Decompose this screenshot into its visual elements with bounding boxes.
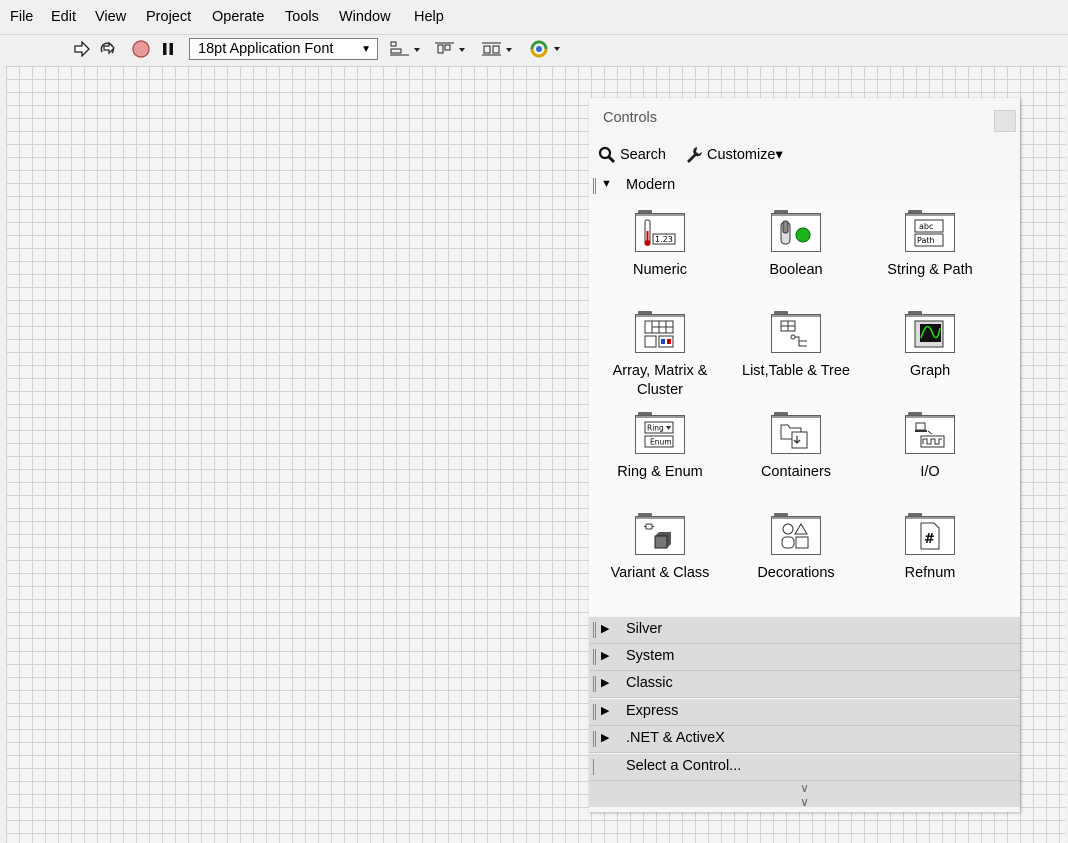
double-chevron-down-icon: ∨ ∨ [800, 781, 809, 809]
boolean-icon [780, 220, 811, 245]
modern-items-grid: 1.23 Numeric Boolean abc Path String & Pa… [589, 200, 1020, 616]
palette-item-ring-enum[interactable]: Ring Enum Ring & Enum [593, 412, 727, 482]
search-label: Search [620, 147, 666, 163]
string-path-icon: abc Path [914, 219, 944, 247]
search-icon [598, 146, 616, 164]
menu-help[interactable]: Help [414, 9, 444, 25]
align-objects-icon[interactable] [389, 40, 423, 58]
triangle-right-icon: ▶ [601, 650, 610, 662]
numeric-icon: 1.23 [644, 219, 676, 246]
grip-icon [593, 676, 596, 692]
grip-icon [593, 622, 596, 638]
category-express[interactable]: ▶ Express [589, 699, 1020, 726]
palette-item-graph[interactable]: Graph [863, 311, 997, 381]
array-matrix-cluster-icon [644, 320, 674, 348]
menu-view[interactable]: View [95, 9, 126, 25]
menu-window[interactable]: Window [339, 9, 391, 25]
palette-item-array-matrix-cluster[interactable]: Array, Matrix & Cluster [593, 311, 727, 400]
grip-icon [593, 731, 596, 747]
run-arrow-icon[interactable] [72, 40, 92, 58]
svg-text:Path: Path [917, 236, 935, 245]
category-system[interactable]: ▶ System [589, 644, 1020, 671]
category-classic[interactable]: ▶ Classic [589, 671, 1020, 698]
refnum-icon: # [920, 522, 940, 550]
palette-item-containers[interactable]: Containers [729, 412, 863, 482]
customize-button[interactable]: Customize▾ [685, 146, 783, 164]
svg-text:Ring: Ring [647, 424, 664, 433]
palette-item-numeric[interactable]: 1.23 Numeric [593, 210, 727, 280]
palette-item-string-path[interactable]: abc Path String & Path [863, 210, 997, 280]
variant-class-icon [644, 523, 671, 549]
abort-icon[interactable] [130, 40, 152, 58]
reorder-icon[interactable] [528, 40, 564, 58]
distribute-objects-icon[interactable] [434, 40, 468, 58]
category-label: Modern [626, 177, 676, 193]
chevron-down-icon: ▼ [361, 44, 371, 55]
grip-icon [593, 178, 596, 194]
grip-icon [593, 649, 596, 665]
select-a-control-row[interactable]: Select a Control... [589, 754, 1020, 781]
font-dropdown-value: 18pt Application Font [198, 41, 334, 57]
category-net-activex[interactable]: ▶ .NET & ActiveX [589, 726, 1020, 753]
menu-tools[interactable]: Tools [285, 9, 319, 25]
triangle-right-icon: ▶ [601, 677, 610, 689]
list-table-tree-icon [780, 320, 807, 347]
containers-icon [780, 424, 808, 449]
svg-text:1.23: 1.23 [655, 235, 673, 244]
ring-enum-icon: Ring Enum [644, 421, 674, 448]
close-button[interactable] [994, 110, 1016, 132]
palette-item-variant-class[interactable]: Variant & Class [593, 513, 727, 583]
run-continuously-icon[interactable] [97, 40, 119, 58]
graph-icon [914, 320, 944, 348]
palette-item-refnum[interactable]: # Refnum [863, 513, 997, 583]
palette-item-decorations[interactable]: Decorations [729, 513, 863, 583]
grip-icon [593, 704, 596, 720]
svg-text:Enum: Enum [650, 438, 672, 447]
palette-item-boolean[interactable]: Boolean [729, 210, 863, 280]
palette-item-io[interactable]: I/O [863, 412, 997, 482]
palette-title: Controls [603, 110, 657, 126]
triangle-down-icon: ▼ [601, 178, 612, 190]
menu-project[interactable]: Project [146, 9, 191, 25]
decorations-icon [781, 523, 809, 549]
expand-more-button[interactable]: ∨ ∨ [589, 781, 1020, 809]
resize-objects-icon[interactable] [481, 40, 515, 58]
io-icon [915, 422, 945, 448]
svg-text:#: # [924, 532, 935, 547]
triangle-right-icon: ▶ [601, 705, 610, 717]
menu-operate[interactable]: Operate [212, 9, 264, 25]
svg-text:abc: abc [919, 222, 933, 231]
menu-edit[interactable]: Edit [51, 9, 76, 25]
triangle-right-icon: ▶ [601, 732, 610, 744]
customize-label: Customize▾ [707, 147, 783, 163]
search-button[interactable]: Search [598, 146, 666, 164]
category-modern[interactable]: ▼ Modern [589, 173, 1020, 200]
triangle-right-icon: ▶ [601, 623, 610, 635]
menu-file[interactable]: File [10, 9, 33, 25]
grip-icon [593, 759, 595, 775]
pause-icon[interactable] [160, 40, 176, 58]
palette-item-list-table-tree[interactable]: List,Table & Tree [729, 311, 863, 381]
category-silver[interactable]: ▶ Silver [589, 617, 1020, 644]
controls-palette: Controls Search Customize▾ ▼ Modern 1.23… [589, 98, 1020, 812]
menu-bar: File Edit View Project Operate Tools Win… [0, 0, 1068, 34]
font-dropdown[interactable]: 18pt Application Font ▼ [189, 38, 378, 60]
wrench-icon [687, 147, 702, 163]
